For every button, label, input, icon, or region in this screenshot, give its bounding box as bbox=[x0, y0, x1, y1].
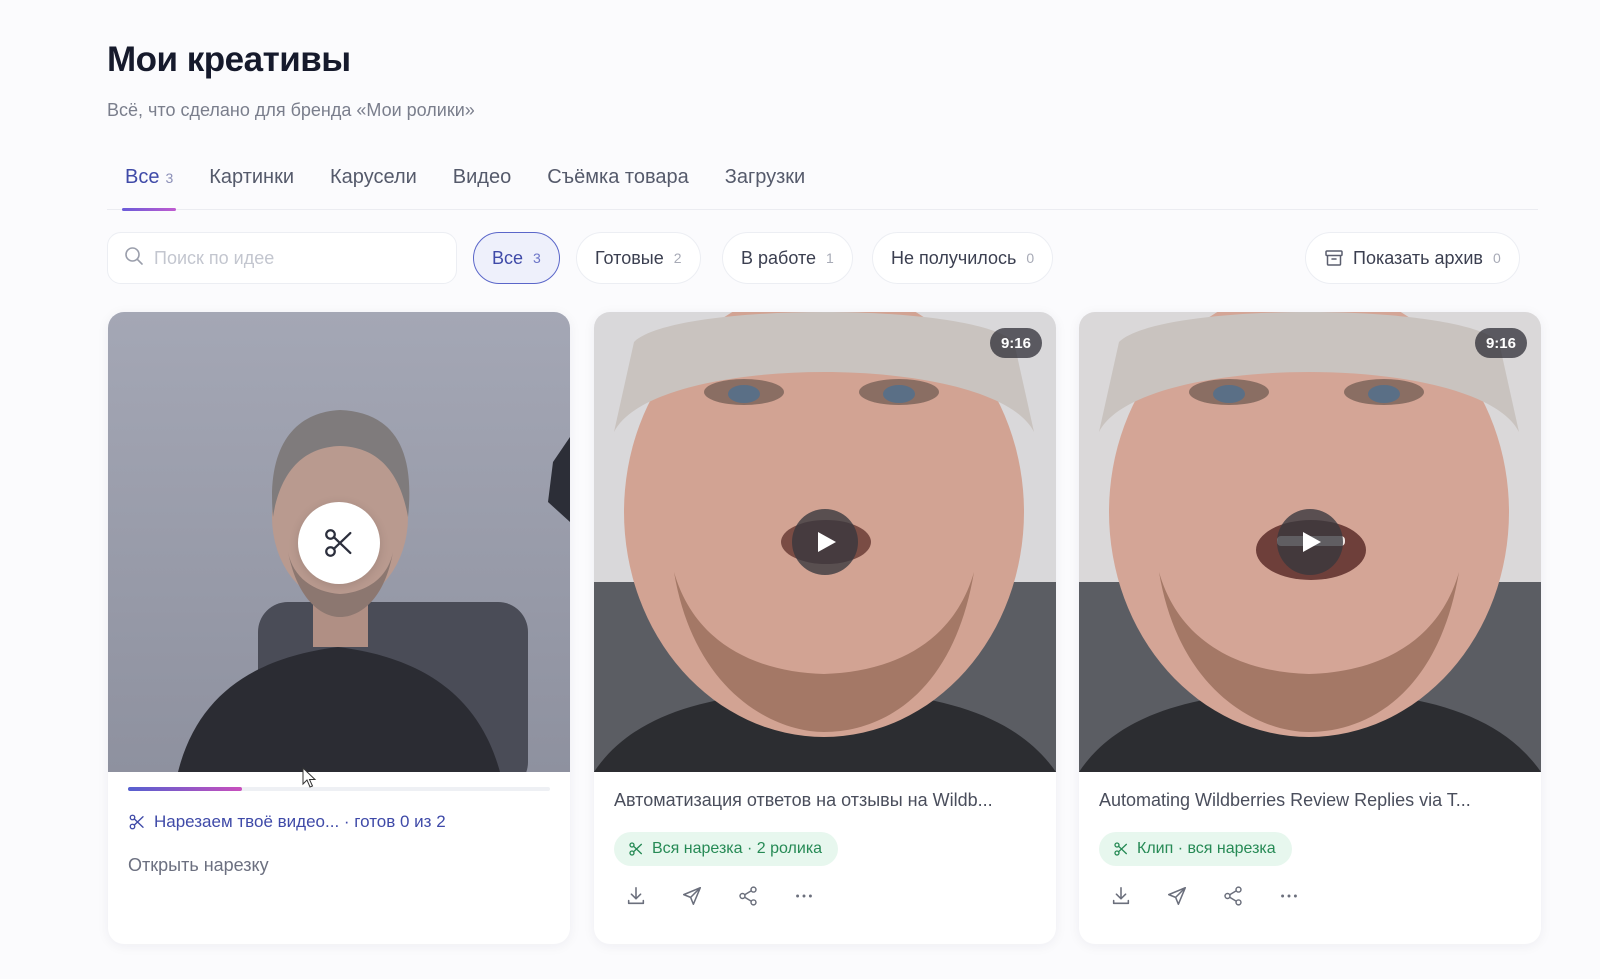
cut-progress-bar bbox=[128, 787, 550, 791]
progress-fill bbox=[128, 787, 242, 791]
filter-count: 1 bbox=[826, 250, 834, 266]
tab-images[interactable]: Картинки bbox=[191, 160, 312, 210]
open-cut-link[interactable]: Открыть нарезку bbox=[128, 855, 269, 876]
archive-count: 0 bbox=[1492, 250, 1501, 266]
more-button[interactable] bbox=[782, 874, 826, 918]
tab-uploads[interactable]: Загрузки bbox=[707, 160, 824, 210]
filter-label: Все bbox=[492, 247, 524, 268]
aspect-ratio-badge: 9:16 bbox=[989, 328, 1042, 358]
card-actions bbox=[1099, 874, 1311, 918]
download-icon bbox=[1110, 885, 1132, 907]
archive-icon bbox=[1324, 248, 1344, 268]
scissors-icon bbox=[322, 526, 356, 560]
scissors-icon bbox=[1113, 841, 1129, 857]
send-button[interactable] bbox=[1155, 874, 1199, 918]
search-icon bbox=[124, 246, 144, 271]
tab-label: Съёмка товара bbox=[547, 166, 689, 188]
filter-count: 2 bbox=[673, 250, 682, 266]
creative-card-processing[interactable]: Нарезаем твоё видео... · готов 0 из 2 От… bbox=[108, 312, 570, 944]
search-box bbox=[107, 232, 457, 284]
more-button[interactable] bbox=[1267, 874, 1311, 918]
filter-label: Не получилось bbox=[891, 247, 1017, 268]
scissors-icon bbox=[628, 841, 644, 857]
share-icon bbox=[1222, 885, 1244, 907]
tab-count: 3 bbox=[165, 170, 174, 186]
filter-ready[interactable]: Готовые 2 bbox=[576, 232, 701, 284]
aspect-ratio-badge: 9:16 bbox=[1474, 328, 1527, 358]
share-icon bbox=[737, 885, 759, 907]
search-input[interactable] bbox=[154, 247, 434, 269]
cut-status-button[interactable] bbox=[298, 502, 380, 584]
play-button[interactable] bbox=[792, 509, 858, 575]
tab-carousels[interactable]: Карусели bbox=[312, 160, 435, 210]
filter-count: 3 bbox=[533, 250, 541, 266]
download-button[interactable] bbox=[614, 874, 658, 918]
download-icon bbox=[625, 885, 647, 907]
tag-label: Вся нарезка · 2 ролика bbox=[652, 840, 823, 857]
cut-tag: Вся нарезка · 2 ролика bbox=[614, 832, 839, 866]
share-button[interactable] bbox=[726, 874, 770, 918]
filter-label: Готовые bbox=[595, 247, 664, 268]
play-icon bbox=[1301, 530, 1323, 554]
filter-count: 0 bbox=[1026, 250, 1035, 266]
card-title: Автоматизация ответов на отзывы на Wildb… bbox=[614, 790, 993, 810]
status-label: Нарезаем твоё видео... bbox=[154, 812, 340, 831]
video-thumbnail[interactable]: 9:16 bbox=[594, 312, 1056, 772]
archive-label: Показать архив bbox=[1353, 247, 1483, 268]
status-detail: · готов 0 из 2 bbox=[343, 812, 446, 831]
show-archive-button[interactable]: Показать архив 0 bbox=[1305, 232, 1520, 284]
type-tabs: Все 3 Картинки Карусели Видео Съёмка това… bbox=[107, 160, 1538, 211]
page-subtitle: Всё, что сделано для бренда «Мои ролики» bbox=[107, 100, 475, 120]
tab-label: Карусели bbox=[330, 166, 417, 188]
video-thumbnail bbox=[108, 312, 570, 772]
tab-video[interactable]: Видео bbox=[435, 160, 529, 210]
creative-card[interactable]: 9:16 Automating Wildberries Review Repli… bbox=[1079, 312, 1541, 944]
play-button[interactable] bbox=[1277, 509, 1343, 575]
play-icon bbox=[816, 530, 838, 554]
scissors-icon bbox=[128, 813, 146, 831]
tab-product-shoot[interactable]: Съёмка товара bbox=[529, 160, 707, 210]
creative-card[interactable]: 9:16 Автоматизация ответов на отзывы на … bbox=[594, 312, 1056, 944]
send-icon bbox=[681, 885, 703, 907]
more-icon bbox=[1278, 885, 1300, 907]
tab-label: Все bbox=[125, 166, 160, 188]
send-button[interactable] bbox=[670, 874, 714, 918]
tab-label: Картинки bbox=[209, 166, 295, 188]
filter-all[interactable]: Все 3 bbox=[473, 232, 560, 284]
tab-all[interactable]: Все 3 bbox=[107, 160, 191, 211]
tab-label: Видео bbox=[452, 166, 512, 188]
video-thumbnail[interactable]: 9:16 bbox=[1079, 312, 1541, 772]
card-title: Automating Wildberries Review Replies vi… bbox=[1099, 790, 1471, 810]
tab-label: Загрузки bbox=[724, 166, 806, 188]
download-button[interactable] bbox=[1099, 874, 1143, 918]
filter-label: В работе bbox=[741, 247, 817, 268]
share-button[interactable] bbox=[1211, 874, 1255, 918]
filter-in-progress[interactable]: В работе 1 bbox=[722, 232, 853, 284]
more-icon bbox=[793, 885, 815, 907]
tag-label: Клип · вся нарезка bbox=[1137, 840, 1276, 857]
card-actions bbox=[614, 874, 826, 918]
processing-status: Нарезаем твоё видео... · готов 0 из 2 bbox=[128, 812, 446, 832]
page-title: Мои креативы bbox=[107, 40, 351, 79]
send-icon bbox=[1166, 885, 1188, 907]
cut-tag: Клип · вся нарезка bbox=[1099, 832, 1292, 866]
filter-failed[interactable]: Не получилось 0 bbox=[872, 232, 1054, 284]
mouse-cursor-icon bbox=[302, 766, 318, 794]
